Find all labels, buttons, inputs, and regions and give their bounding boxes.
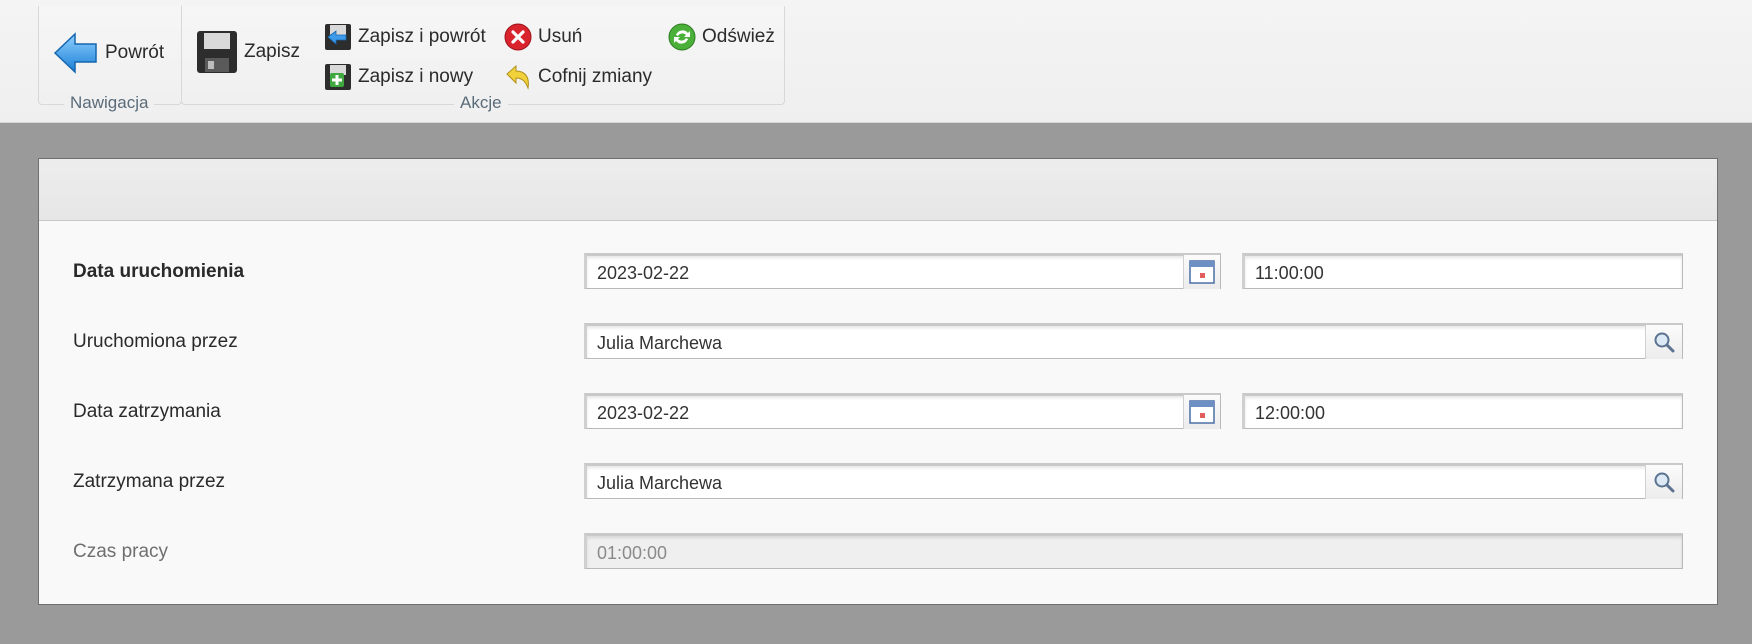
stop-date-input[interactable]: 2023-02-22: [584, 393, 1221, 429]
delete-button[interactable]: Usuń: [504, 23, 582, 51]
undo-arrow-icon: [506, 64, 529, 90]
undo-changes-label: Cofnij zmiany: [538, 66, 653, 87]
stopped-by-search-button[interactable]: [1645, 465, 1682, 499]
undo-changes-button[interactable]: Cofnij zmiany: [504, 63, 652, 91]
refresh-label: Odśwież: [702, 26, 775, 47]
arrow-left-icon: [53, 32, 97, 74]
floppy-plus-icon: [325, 64, 351, 90]
start-time-input[interactable]: 11:00:00: [1242, 253, 1683, 289]
stop-time-value: 12:00:00: [1255, 403, 1326, 423]
save-and-return-label: Zapisz i powrót: [358, 26, 486, 47]
stop-date-calendar-button[interactable]: [1183, 395, 1220, 429]
start-date-input[interactable]: 2023-02-22: [584, 253, 1221, 289]
start-date-label: Data uruchomienia: [73, 261, 245, 282]
save-and-new-label: Zapisz i nowy: [358, 66, 474, 87]
save-label: Zapisz: [244, 41, 300, 62]
started-by-search-button[interactable]: [1645, 325, 1682, 359]
magnifier-icon: [1654, 472, 1675, 493]
work-time-input: 01:00:00: [584, 533, 1683, 569]
stopped-by-label: Zatrzymana przez: [73, 471, 226, 492]
delete-label: Usuń: [538, 26, 583, 47]
actions-group-label: Akcje: [454, 93, 508, 113]
form-panel: Data uruchomienia 2023-02-22 11:00:00 Ur…: [38, 158, 1718, 605]
calendar-icon: [1189, 260, 1215, 284]
started-by-input[interactable]: Julia Marchewa: [584, 323, 1683, 359]
floppy-disk-icon: [197, 31, 237, 73]
start-date-calendar-button[interactable]: [1183, 255, 1220, 289]
stop-time-input[interactable]: 12:00:00: [1242, 393, 1683, 429]
stopped-by-value: Julia Marchewa: [597, 473, 723, 493]
save-button[interactable]: Zapisz: [196, 30, 300, 74]
started-by-value: Julia Marchewa: [597, 333, 723, 353]
work-time-label: Czas pracy: [73, 541, 169, 562]
form-panel-header: [39, 159, 1717, 221]
red-x-circle-icon: [504, 23, 532, 51]
back-button[interactable]: Powrót: [53, 30, 164, 76]
navigation-group-label: Nawigacja: [64, 93, 155, 113]
started-by-label: Uruchomiona przez: [73, 331, 238, 352]
refresh-button[interactable]: Odśwież: [668, 23, 775, 51]
actions-group: Zapisz Zapisz i powrót Zapisz i nowy Usu…: [181, 6, 785, 113]
save-and-new-button[interactable]: Zapisz i nowy: [324, 63, 473, 91]
calendar-icon: [1189, 400, 1215, 424]
work-time-value: 01:00:00: [597, 543, 668, 563]
navigation-group: Powrót Nawigacja: [38, 6, 182, 113]
stop-date-label: Data zatrzymania: [73, 401, 221, 422]
floppy-return-icon: [325, 24, 351, 50]
stopped-by-input[interactable]: Julia Marchewa: [584, 463, 1683, 499]
toolbar: Powrót Nawigacja Zapisz Zapisz i powrót: [0, 0, 1752, 123]
start-time-value: 11:00:00: [1255, 263, 1324, 283]
magnifier-icon: [1654, 332, 1675, 353]
start-date-value: 2023-02-22: [597, 263, 690, 283]
refresh-icon: [668, 23, 696, 51]
stop-date-value: 2023-02-22: [597, 403, 690, 423]
back-label: Powrót: [105, 42, 165, 63]
save-and-return-button[interactable]: Zapisz i powrót: [324, 23, 486, 51]
